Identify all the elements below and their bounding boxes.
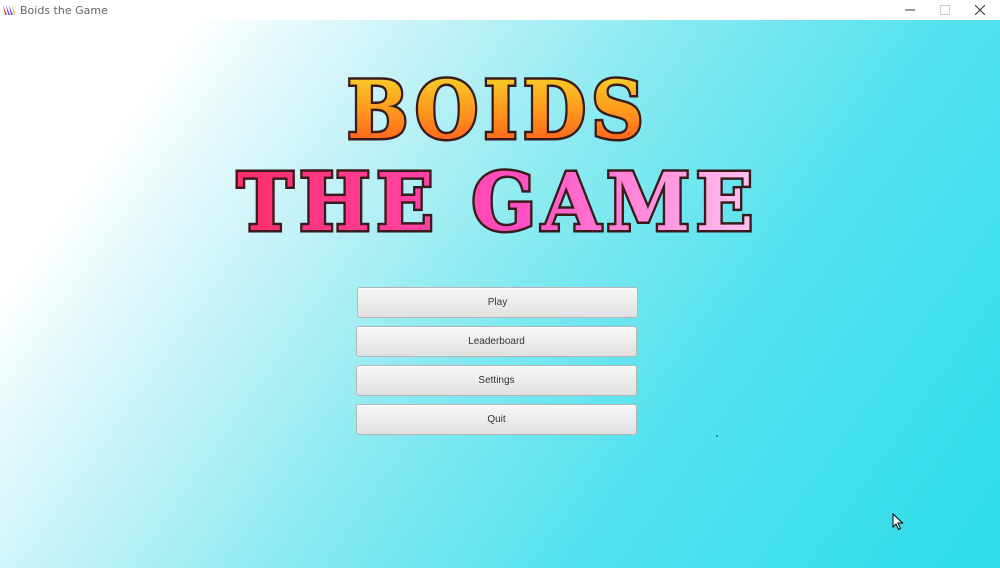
play-button[interactable]: Play [357,287,638,318]
logo-line-boids: BOIDS [347,63,649,157]
maximize-icon [940,5,950,15]
logo-line-the-game: THE GAME [237,155,759,249]
minimize-button[interactable] [893,0,927,20]
leaderboard-button[interactable]: Leaderboard [356,326,637,357]
minimize-icon [905,9,915,11]
mouse-cursor-icon [892,513,904,531]
boids-app-icon [3,5,15,15]
close-icon [975,5,985,15]
window-title: Boids the Game [20,3,108,17]
settings-button[interactable]: Settings [356,365,637,396]
game-logo: BOIDS THE GAME [235,61,759,252]
main-menu-screen: BOIDS THE GAME Play Leaderboard Settings… [0,20,1000,568]
maximize-button[interactable] [928,0,962,20]
title-bar: Boids the Game [0,0,1000,20]
boid-speck [716,435,718,437]
quit-button[interactable]: Quit [356,404,637,435]
close-button[interactable] [963,0,997,20]
